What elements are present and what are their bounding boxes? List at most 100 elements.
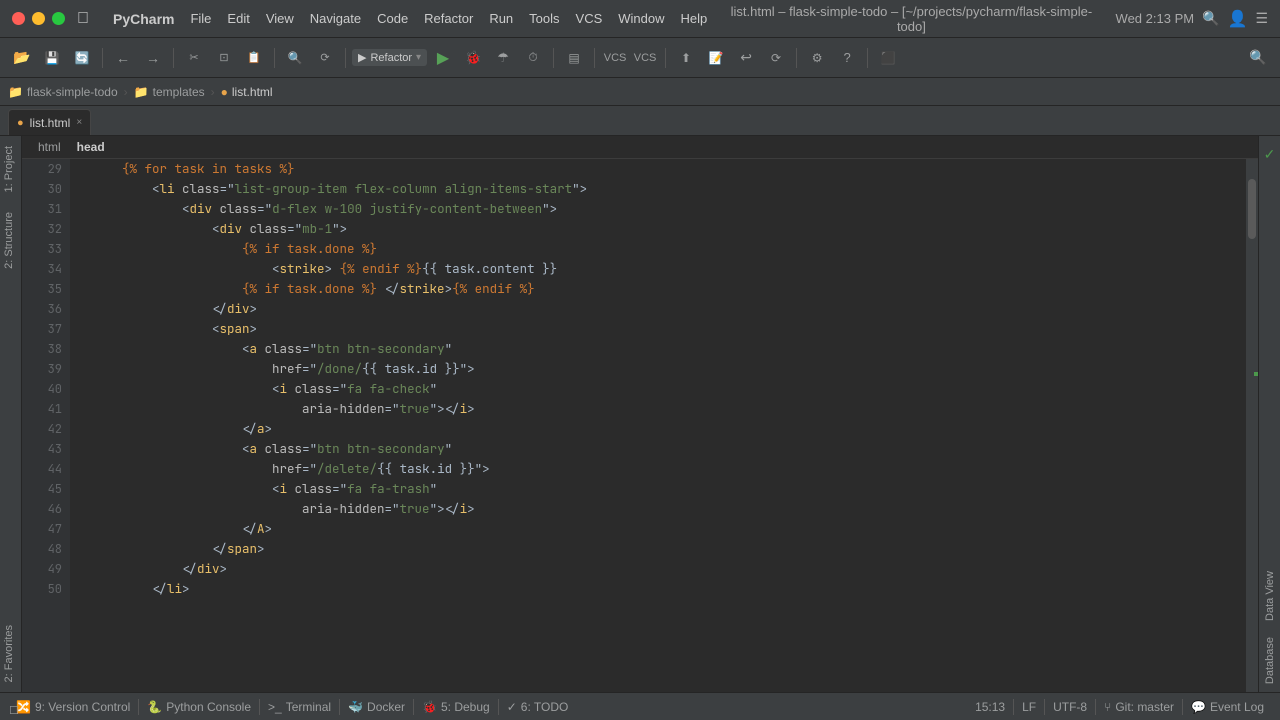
breakpoint-gutter-43[interactable] <box>78 439 92 459</box>
code-tab-head[interactable]: head <box>69 138 113 156</box>
plugins-button[interactable]: ⬛ <box>874 44 902 72</box>
maximize-button[interactable] <box>52 12 65 25</box>
menu-help[interactable]: Help <box>681 11 708 26</box>
line-sep-label: LF <box>1022 700 1036 714</box>
open-folder-button[interactable]: 📂 <box>8 44 36 72</box>
code-line-48: </span> <box>78 539 1246 559</box>
sync-button[interactable]: 🔄 <box>68 44 96 72</box>
status-todo[interactable]: ✓ 6: TODO <box>499 693 577 720</box>
breakpoint-gutter-36[interactable] <box>78 299 92 319</box>
run-config-selector[interactable]: ▶ Refactor ▾ <box>352 49 427 66</box>
hamburger-icon[interactable]: ☰ <box>1255 10 1268 27</box>
menu-edit[interactable]: Edit <box>227 11 249 26</box>
debug-button[interactable]: 🐞 <box>459 44 487 72</box>
status-encoding[interactable]: UTF-8 <box>1045 693 1095 720</box>
status-git[interactable]: ⑂ Git: master <box>1096 693 1182 720</box>
find-button[interactable]: 🔍 <box>281 44 309 72</box>
breadcrumb-item-file[interactable]: ● list.html <box>221 85 273 99</box>
breakpoint-gutter-41[interactable] <box>78 399 92 419</box>
menu-refactor[interactable]: Refactor <box>424 11 473 26</box>
breakpoint-gutter-50[interactable] <box>78 579 92 599</box>
profile-button[interactable]: ⏱ <box>519 44 547 72</box>
breakpoint-gutter-38[interactable] <box>78 339 92 359</box>
close-button[interactable] <box>12 12 25 25</box>
sidebar-item-favorites[interactable]: 2: Favorites <box>0 615 21 692</box>
breakpoint-gutter-49[interactable] <box>78 559 92 579</box>
breadcrumb-item-templates[interactable]: 📁 templates <box>134 85 205 99</box>
menu-run[interactable]: Run <box>489 11 513 26</box>
breakpoint-gutter-32[interactable] <box>78 219 92 239</box>
breakpoint-gutter-42[interactable] <box>78 419 92 439</box>
menu-navigate[interactable]: Navigate <box>310 11 361 26</box>
vcs-update-button[interactable]: VCS <box>601 44 629 72</box>
scroll-track[interactable] <box>1246 159 1258 692</box>
status-docker[interactable]: 🐳 Docker <box>340 693 413 720</box>
minimize-button[interactable] <box>32 12 45 25</box>
status-python-console[interactable]: 🐍 Python Console <box>139 693 259 720</box>
docker-label: Docker <box>367 700 405 714</box>
tab-list-html[interactable]: ● list.html × <box>8 109 91 135</box>
coverage-button[interactable]: ☂ <box>489 44 517 72</box>
scroll-thumb[interactable] <box>1248 179 1256 239</box>
sidebar-item-project[interactable]: 1: Project <box>0 136 21 202</box>
breadcrumb-item-root[interactable]: 📁 flask-simple-todo <box>8 85 118 99</box>
menu-tools[interactable]: Tools <box>529 11 559 26</box>
breakpoint-gutter-44[interactable] <box>78 459 92 479</box>
menu-view[interactable]: View <box>266 11 294 26</box>
code-tab-html[interactable]: html <box>30 138 69 156</box>
paste-button[interactable]: 📋 <box>240 44 268 72</box>
find-replace-button[interactable]: ⟳ <box>311 44 339 72</box>
right-tab-database[interactable]: Database <box>1262 629 1278 692</box>
breakpoint-gutter-40[interactable] <box>78 379 92 399</box>
menu-window[interactable]: Window <box>618 11 664 26</box>
menu-code[interactable]: Code <box>377 11 408 26</box>
status-line-sep[interactable]: LF <box>1014 693 1044 720</box>
toolbar-search-button[interactable]: 🔍 <box>1244 44 1272 72</box>
back-button[interactable]: ← <box>109 44 137 72</box>
breakpoint-gutter-39[interactable] <box>78 359 92 379</box>
save-all-button[interactable]: 💾 <box>38 44 66 72</box>
folder-icon: 📁 <box>8 85 23 99</box>
vcs-annotate-button[interactable]: 📝 <box>702 44 730 72</box>
avatar-icon[interactable]: 👤 <box>1228 9 1248 29</box>
status-debug[interactable]: 🐞 5: Debug <box>414 693 498 720</box>
tool-window-toggle[interactable]: ☐ <box>4 700 24 720</box>
breakpoint-gutter-47[interactable] <box>78 519 92 539</box>
cut-button[interactable]: ✂ <box>180 44 208 72</box>
help-button[interactable]: ? <box>833 44 861 72</box>
tools-button[interactable]: ⚙ <box>803 44 831 72</box>
breakpoint-gutter-46[interactable] <box>78 499 92 519</box>
tab-close-button[interactable]: × <box>76 117 82 128</box>
code-editor[interactable]: {% for task in tasks %} <li class="list-… <box>70 159 1246 692</box>
menu-vcs[interactable]: VCS <box>576 11 603 26</box>
breakpoint-gutter-31[interactable] <box>78 199 92 219</box>
breakpoint-gutter-33[interactable] <box>78 239 92 259</box>
breakpoint-gutter-35[interactable] <box>78 279 92 299</box>
menu-file[interactable]: File <box>190 11 211 26</box>
breakpoint-gutter-45[interactable] <box>78 479 92 499</box>
status-terminal[interactable]: >_ Terminal <box>260 693 339 720</box>
status-event-log[interactable]: 💬 Event Log <box>1183 693 1272 720</box>
toolbar-separator-4 <box>345 48 346 68</box>
run-tasks-button[interactable]: ▤ <box>560 44 588 72</box>
right-tab-data-view[interactable]: Data View <box>1262 563 1278 629</box>
code-line-34: <strike> {% endif %}{{ task.content }} <box>78 259 1246 279</box>
breakpoint-gutter-30[interactable] <box>78 179 92 199</box>
redo-button[interactable]: ⟳ <box>762 44 790 72</box>
code-text-32: <div class="mb-1"> <box>92 219 1246 239</box>
run-button[interactable]: ▶ <box>429 44 457 72</box>
breakpoint-gutter-37[interactable] <box>78 319 92 339</box>
share-button[interactable]: ⬆ <box>672 44 700 72</box>
search-icon[interactable]: 🔍 <box>1202 10 1219 27</box>
line-number-34: 34 <box>22 259 70 279</box>
breakpoint-gutter-34[interactable] <box>78 259 92 279</box>
sidebar-item-structure[interactable]: 2: Structure <box>0 202 21 279</box>
breakpoint-gutter-48[interactable] <box>78 539 92 559</box>
copy-button[interactable]: ⊡ <box>210 44 238 72</box>
status-position[interactable]: 15:13 <box>967 693 1013 720</box>
breakpoint-gutter-29[interactable] <box>78 159 92 179</box>
undo-button[interactable]: ↩ <box>732 44 760 72</box>
forward-button[interactable]: → <box>139 44 167 72</box>
left-side-tabs: 1: Project 2: Structure 2: Favorites <box>0 136 22 692</box>
vcs-push-button[interactable]: VCS <box>631 44 659 72</box>
